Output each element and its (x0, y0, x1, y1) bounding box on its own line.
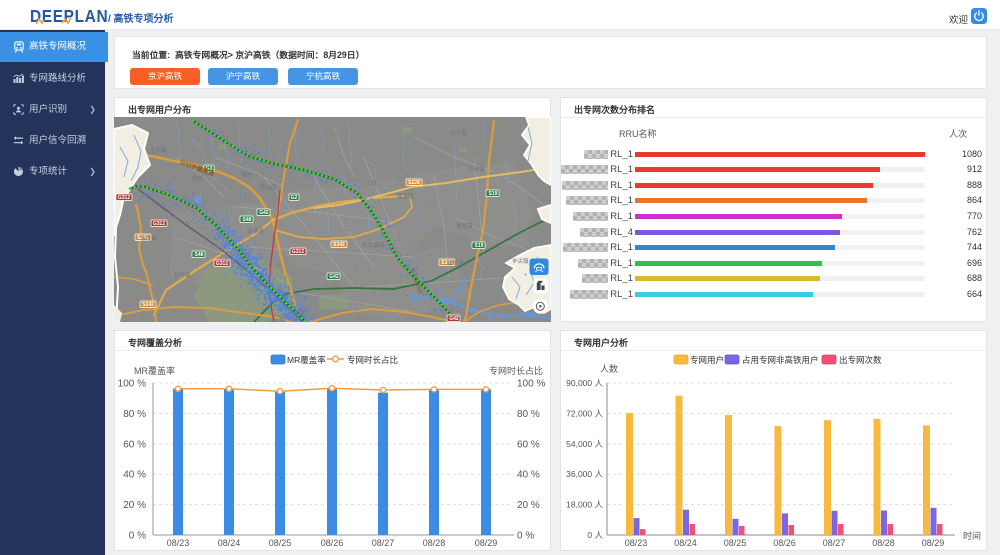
svg-text:40 %: 40 % (517, 470, 540, 481)
svg-text:72,000 人: 72,000 人 (566, 408, 603, 418)
svg-text:G312: G312 (292, 249, 304, 255)
svg-text:20 %: 20 % (517, 500, 540, 511)
svg-text:G312: G312 (118, 195, 130, 201)
svg-text:MR覆盖率: MR覆盖率 (134, 365, 175, 376)
svg-text:18,000 人: 18,000 人 (566, 500, 603, 510)
svg-text:36,000 人: 36,000 人 (566, 469, 603, 479)
svg-text:玉祁镇: 玉祁镇 (150, 146, 167, 154)
svg-text:前洲: 前洲 (192, 174, 204, 182)
svg-text:鍻下港: 鍻下港 (447, 259, 464, 267)
svg-text:专网用户: 专网用户 (690, 355, 724, 365)
svg-text:人数: 人数 (600, 363, 618, 374)
svg-text:90,000 人: 90,000 人 (566, 378, 603, 388)
svg-text:佳珍镇: 佳珍镇 (174, 271, 191, 279)
svg-text:80 %: 80 % (123, 409, 146, 420)
svg-text:南泉: 南泉 (294, 309, 306, 317)
svg-text:100 %: 100 % (118, 379, 146, 390)
svg-text:0 %: 0 % (129, 531, 146, 542)
svg-text:08/26: 08/26 (321, 538, 344, 548)
svg-text:08/23: 08/23 (625, 538, 648, 548)
svg-text:0 人: 0 人 (587, 530, 603, 540)
svg-text:时间: 时间 (963, 530, 981, 541)
svg-text:54,000 人: 54,000 人 (566, 439, 603, 449)
svg-text:08/29: 08/29 (475, 538, 498, 548)
svg-text:08/28: 08/28 (423, 538, 446, 548)
svg-text:出专网次数: 出专网次数 (839, 355, 882, 365)
svg-text:S19: S19 (489, 191, 498, 197)
svg-text:G312: G312 (153, 221, 165, 227)
svg-text:08/24: 08/24 (674, 538, 697, 548)
svg-text:G42: G42 (259, 210, 269, 216)
svg-text:S48: S48 (243, 217, 252, 223)
svg-text:福北镇: 福北镇 (397, 192, 414, 200)
svg-text:东北塘镇: 东北塘镇 (362, 241, 385, 249)
svg-text:G312: G312 (216, 261, 228, 267)
svg-text:S19: S19 (475, 243, 484, 249)
svg-text:八士镇: 八士镇 (360, 179, 377, 187)
svg-text:08/25: 08/25 (269, 538, 292, 548)
svg-text:S48: S48 (195, 252, 204, 258)
svg-text:60 %: 60 % (123, 439, 146, 450)
svg-text:08/28: 08/28 (872, 538, 895, 548)
svg-text:G42: G42 (329, 274, 339, 280)
svg-text:洛社镇: 洛社镇 (140, 234, 157, 242)
svg-text:08/27: 08/27 (372, 538, 395, 548)
svg-text:S342: S342 (333, 242, 345, 248)
svg-text:G42: G42 (449, 316, 459, 322)
svg-text:08/27: 08/27 (823, 538, 846, 548)
svg-text:沙子港: 沙子港 (450, 129, 467, 137)
svg-text:40 %: 40 % (123, 470, 146, 481)
svg-text:东港镇: 东港镇 (468, 165, 485, 173)
svg-text:惠山区: 惠山区 (260, 183, 277, 191)
svg-text:堰桥: 堰桥 (242, 171, 254, 179)
svg-text:08/29: 08/29 (922, 538, 945, 548)
svg-text:专网时长占比: 专网时长占比 (347, 355, 398, 365)
svg-text:S342: S342 (142, 302, 154, 308)
svg-text:占用专网非高铁用户: 占用专网非高铁用户 (742, 355, 819, 365)
svg-text:60 %: 60 % (517, 439, 540, 450)
svg-text:80 %: 80 % (517, 409, 540, 420)
svg-text:0 %: 0 % (517, 531, 534, 542)
svg-text:G2: G2 (291, 195, 298, 201)
svg-text:潘墅港: 潘墅港 (456, 222, 473, 230)
svg-text:专网时长占比: 专网时长占比 (489, 365, 543, 376)
svg-text:羊尖镇: 羊尖镇 (512, 257, 529, 265)
svg-text:S228: S228 (408, 180, 420, 186)
svg-text:100 %: 100 % (517, 379, 545, 390)
svg-text:MR覆盖率: MR覆盖率 (287, 355, 326, 365)
svg-text:20 %: 20 % (123, 500, 146, 511)
svg-text:08/25: 08/25 (724, 538, 747, 548)
svg-text:运塘港: 运塘港 (247, 227, 264, 235)
svg-text:08/24: 08/24 (218, 538, 241, 548)
svg-text:08/23: 08/23 (167, 538, 190, 548)
svg-text:08/26: 08/26 (773, 538, 796, 548)
